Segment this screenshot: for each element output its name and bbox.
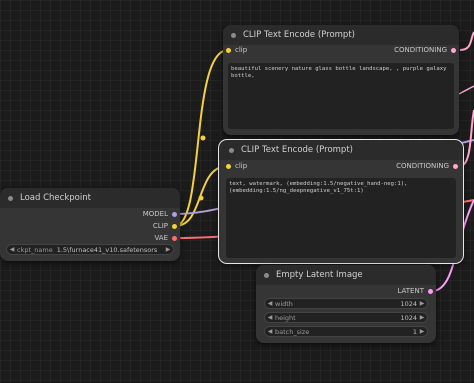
widget-label: batch_size bbox=[275, 327, 310, 336]
clip-output-dot-icon[interactable] bbox=[172, 224, 177, 229]
vae-output-dot-icon[interactable] bbox=[172, 236, 177, 241]
empty-latent-image-node[interactable]: Empty Latent Image LATENT ◀ width 1024 ▶… bbox=[256, 265, 436, 343]
clip-input-label: clip bbox=[235, 162, 248, 170]
collapse-dot-icon[interactable] bbox=[264, 272, 269, 278]
triangle-left-icon[interactable]: ◀ bbox=[265, 300, 275, 307]
triangle-right-icon[interactable]: ▶ bbox=[163, 246, 173, 253]
prompt-textarea[interactable]: text, watermark, (embedding:1.5/negative… bbox=[226, 178, 456, 258]
clip-input-dot-icon[interactable] bbox=[226, 164, 231, 169]
node-title: CLIP Text Encode (Prompt) bbox=[241, 145, 353, 155]
node-title: CLIP Text Encode (Prompt) bbox=[243, 30, 355, 40]
wire-reroute-dot bbox=[198, 195, 204, 201]
clip-input-dot-icon[interactable] bbox=[226, 48, 231, 53]
collapse-dot-icon[interactable] bbox=[231, 32, 236, 38]
node-header[interactable]: CLIP Text Encode (Prompt) bbox=[223, 25, 459, 45]
conditioning-wire-top bbox=[459, 31, 474, 51]
node-title: Load Checkpoint bbox=[20, 193, 91, 203]
triangle-right-icon[interactable]: ▶ bbox=[417, 314, 427, 321]
model-output-label: MODEL bbox=[142, 210, 168, 218]
triangle-left-icon[interactable]: ◀ bbox=[7, 246, 17, 253]
clip-output-label: CLIP bbox=[152, 222, 168, 230]
wire-reroute-dot bbox=[200, 135, 206, 141]
load-checkpoint-node[interactable]: Load Checkpoint MODEL CLIP VAE ◀ ckpt_na… bbox=[0, 188, 180, 261]
conditioning-output-label: CONDITIONING bbox=[396, 162, 449, 170]
latent-output-dot-icon[interactable] bbox=[428, 289, 433, 294]
node-header[interactable]: CLIP Text Encode (Prompt) bbox=[219, 140, 463, 160]
collapse-dot-icon[interactable] bbox=[229, 147, 234, 153]
widget-value: 1024 bbox=[400, 299, 417, 308]
widget-label: ckpt_name bbox=[17, 245, 53, 254]
clip-input-label: clip bbox=[235, 46, 248, 54]
widget-value: 1024 bbox=[400, 313, 417, 322]
triangle-left-icon[interactable]: ◀ bbox=[265, 328, 275, 335]
vae-output-label: VAE bbox=[154, 234, 168, 242]
conditioning-output-label: CONDITIONING bbox=[394, 46, 447, 54]
height-number-widget[interactable]: ◀ height 1024 ▶ bbox=[264, 312, 428, 323]
conditioning-output-dot-icon[interactable] bbox=[451, 48, 456, 53]
widget-label: height bbox=[275, 313, 296, 322]
collapse-dot-icon[interactable] bbox=[8, 195, 13, 201]
clip-text-encode-node-bottom[interactable]: CLIP Text Encode (Prompt) clip CONDITION… bbox=[218, 139, 464, 264]
ckpt-name-combo[interactable]: ◀ ckpt_name 1.5\furnace41_v10.safetensor… bbox=[6, 244, 174, 255]
widget-value: 1 bbox=[412, 327, 417, 336]
widget-value: 1.5\furnace41_v10.safetensors bbox=[56, 245, 158, 254]
batch-size-number-widget[interactable]: ◀ batch_size 1 ▶ bbox=[264, 326, 428, 337]
conditioning-output-dot-icon[interactable] bbox=[453, 164, 458, 169]
width-number-widget[interactable]: ◀ width 1024 ▶ bbox=[264, 298, 428, 309]
widget-label: width bbox=[275, 299, 293, 308]
clip-text-encode-node-top[interactable]: CLIP Text Encode (Prompt) clip CONDITION… bbox=[223, 25, 459, 135]
triangle-right-icon[interactable]: ▶ bbox=[417, 300, 427, 307]
node-header[interactable]: Load Checkpoint bbox=[0, 188, 180, 208]
node-title: Empty Latent Image bbox=[276, 270, 363, 280]
latent-output-label: LATENT bbox=[397, 287, 424, 295]
model-output-dot-icon[interactable] bbox=[172, 212, 177, 217]
prompt-textarea[interactable]: beautiful scenery nature glass bottle la… bbox=[228, 63, 454, 129]
node-header[interactable]: Empty Latent Image bbox=[256, 265, 436, 285]
triangle-right-icon[interactable]: ▶ bbox=[417, 328, 427, 335]
triangle-left-icon[interactable]: ◀ bbox=[265, 314, 275, 321]
